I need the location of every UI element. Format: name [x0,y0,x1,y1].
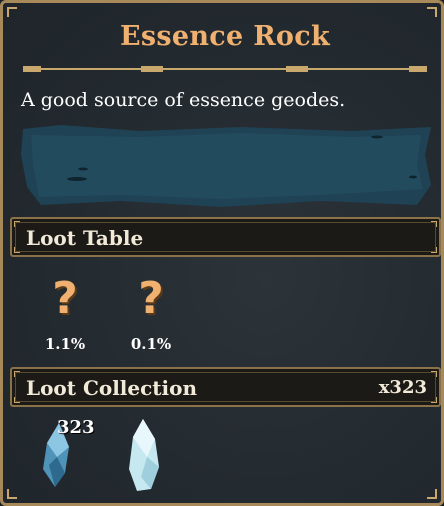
frame-corner [7,7,17,17]
description-text: A good source of essence geodes. [21,89,346,111]
white-crystal-icon[interactable] [125,417,163,493]
header-corner [14,247,20,253]
frame-corner [427,7,437,17]
loot-collection-header: Loot Collection x323 [10,367,441,407]
loot-chance: 0.1% [130,335,172,353]
loot-chance: 1.1% [44,335,86,353]
rock-preview-image [21,125,431,207]
header-corner [14,397,20,403]
entity-info-panel: Essence Rock A good source of essence ge… [0,0,444,506]
panel-title: Essence Rock [119,21,330,52]
loot-table-label: Loot Table [26,226,144,250]
frame-corner [7,489,17,499]
header-corner [14,371,20,377]
header-corner [431,221,437,227]
blue-crystal-count: 323 [57,417,95,438]
question-mark-icon: ? [138,273,164,324]
header-corner [431,247,437,253]
loot-table-item-2[interactable]: ? 0.1% [121,273,181,354]
loot-table-header: Loot Table [10,217,441,257]
loot-collection-label: Loot Collection [26,376,198,400]
frame-corner [427,489,437,499]
title-divider [23,66,427,72]
header-corner [431,397,437,403]
question-mark-icon: ? [52,273,78,324]
loot-table-item-1[interactable]: ? 1.1% [35,273,95,354]
header-corner [14,221,20,227]
header-corner [431,371,437,377]
loot-collection-total: x323 [378,377,427,398]
